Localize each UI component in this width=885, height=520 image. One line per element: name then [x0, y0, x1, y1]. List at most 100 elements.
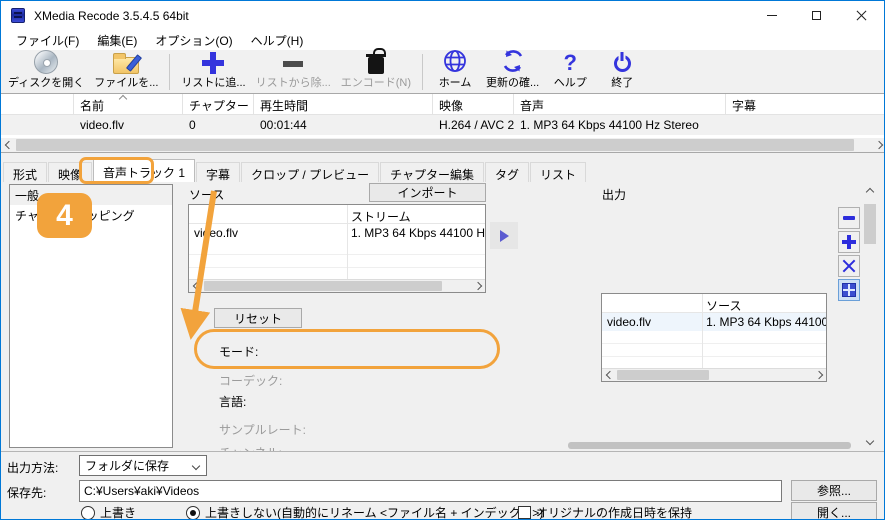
scroll-thumb[interactable]	[16, 139, 854, 151]
toolbar-separator	[422, 54, 424, 90]
column-header-audio[interactable]: 音声	[514, 94, 726, 114]
tab-tag[interactable]: タグ	[484, 162, 529, 182]
question-icon: ?	[563, 50, 577, 75]
clear-track-button[interactable]	[838, 255, 860, 277]
tab-subtitle[interactable]: 字幕	[196, 162, 241, 182]
maximize-icon	[812, 11, 821, 20]
no-overwrite-option[interactable]: 上書きしない(自動的にリネーム <ファイル名 + インデックス>)	[186, 504, 543, 519]
matrix-button[interactable]	[838, 279, 860, 301]
plus-icon	[202, 52, 225, 74]
home-button[interactable]: ホーム	[429, 50, 481, 93]
tab-format[interactable]: 形式	[3, 162, 48, 182]
menu-help[interactable]: ヘルプ(H)	[242, 30, 313, 51]
scroll-up-icon[interactable]	[862, 184, 878, 199]
reset-button[interactable]: リセット	[214, 308, 302, 328]
tab-chapter-edit[interactable]: チャプター編集	[380, 162, 484, 182]
open-folder-button[interactable]: 開く...	[791, 502, 877, 519]
toolbar: ディスクを開く ファイルを... リストに追... リストから除... エンコー…	[1, 48, 884, 94]
file-list-hscrollbar[interactable]	[1, 138, 884, 152]
menu-file[interactable]: ファイル(F)	[7, 30, 88, 51]
folder-edit-icon	[113, 53, 140, 74]
browse-button[interactable]: 参照...	[791, 480, 877, 501]
x-icon	[842, 259, 856, 273]
file-audio: 1. MP3 64 Kbps 44100 Hz Stereo	[520, 118, 699, 132]
language-label: 言語:	[219, 395, 247, 409]
tab-list[interactable]: リスト	[529, 162, 586, 182]
help-button[interactable]: ? ヘルプ	[544, 51, 596, 93]
output-row[interactable]: video.flv 1. MP3 64 Kbps 44100 Hz Stereo	[602, 313, 826, 331]
checkbox-unchecked-icon	[518, 506, 531, 519]
output-method-select[interactable]: フォルダに保存	[79, 455, 207, 476]
scroll-thumb[interactable]	[864, 204, 876, 244]
section-general[interactable]: 一般	[10, 185, 172, 205]
chevron-down-icon	[191, 461, 201, 471]
partial-scrollbar[interactable]	[568, 442, 851, 449]
scroll-right-icon[interactable]	[470, 280, 485, 292]
column-header-chapter[interactable]: チャプター	[183, 94, 254, 114]
source-column-header[interactable]: ソース	[701, 294, 826, 312]
scroll-down-icon[interactable]	[862, 433, 878, 448]
radio-checked-icon	[186, 505, 200, 519]
source-table-header: ストリーム	[189, 205, 485, 224]
exit-button[interactable]: 終了	[596, 51, 648, 93]
scroll-right-icon[interactable]	[871, 138, 884, 152]
refresh-icon	[500, 48, 526, 74]
column-header-name[interactable]: 名前	[74, 94, 183, 114]
transfer-stream-button[interactable]	[490, 222, 518, 249]
minimize-button[interactable]	[749, 1, 794, 30]
output-hscrollbar[interactable]	[602, 368, 826, 381]
remove-from-list-button: リストから除...	[251, 51, 336, 93]
column-header-duration[interactable]: 再生時間	[254, 94, 433, 114]
app-window: XMedia Recode 3.5.4.5 64bit ファイル(F) 編集(E…	[0, 0, 885, 520]
overwrite-option[interactable]: 上書き	[81, 504, 136, 519]
window-controls	[749, 1, 884, 30]
source-row[interactable]: video.flv 1. MP3 64 Kbps 44100 Hz Stereo	[189, 224, 485, 242]
source-stream: 1. MP3 64 Kbps 44100 Hz Stereo	[350, 226, 485, 240]
output-method-label: 出力方法:	[7, 461, 59, 475]
output-label: 出力	[602, 188, 627, 202]
arrow-right-icon	[499, 229, 509, 242]
add-track-button[interactable]	[838, 231, 860, 253]
disc-icon	[34, 50, 59, 74]
scroll-left-icon[interactable]	[189, 280, 204, 292]
destination-input[interactable]	[79, 480, 782, 502]
stream-column-header[interactable]: ストリーム	[346, 205, 485, 223]
titlebar: XMedia Recode 3.5.4.5 64bit	[1, 1, 884, 30]
column-header-subtitle[interactable]: 字幕	[726, 94, 884, 114]
audio-section-list: 一般 チャンネルマッピング	[9, 184, 173, 448]
import-button[interactable]: インポート	[369, 183, 486, 202]
open-disc-button[interactable]: ディスクを開く	[3, 50, 89, 93]
panel-vscrollbar[interactable]	[862, 184, 878, 448]
radio-unchecked-icon	[81, 505, 95, 519]
menubar: ファイル(F) 編集(E) オプション(O) ヘルプ(H)	[1, 30, 884, 50]
scroll-thumb[interactable]	[204, 281, 442, 291]
plus-icon	[842, 235, 856, 249]
file-name: video.flv	[80, 118, 125, 132]
close-button[interactable]	[839, 1, 884, 30]
column-header-blank[interactable]	[1, 94, 74, 114]
remove-track-button[interactable]	[838, 207, 860, 229]
menu-edit[interactable]: 編集(E)	[88, 30, 146, 51]
source-hscrollbar[interactable]	[189, 279, 485, 292]
column-header-video[interactable]: 映像	[433, 94, 514, 114]
output-table-header: ソース	[602, 294, 826, 313]
maximize-button[interactable]	[794, 1, 839, 30]
open-file-button[interactable]: ファイルを...	[89, 51, 163, 93]
scroll-left-icon[interactable]	[1, 138, 16, 152]
menu-options[interactable]: オプション(O)	[146, 30, 241, 51]
minimize-icon	[766, 15, 777, 16]
tab-audio-track-1[interactable]: 音声トラック 1	[93, 159, 196, 182]
check-update-button[interactable]: 更新の確...	[481, 48, 544, 93]
scroll-left-icon[interactable]	[602, 369, 617, 381]
tab-crop-preview[interactable]: クロップ / プレビュー	[241, 162, 380, 182]
scroll-thumb[interactable]	[617, 370, 709, 380]
file-subtitle	[726, 115, 884, 135]
scroll-right-icon[interactable]	[811, 369, 826, 381]
file-row[interactable]: video.flv 0 00:01:44 H.264 / AVC 23.98 H…	[1, 115, 884, 135]
keep-date-option[interactable]: オリジナルの作成日時を保持	[518, 504, 692, 519]
add-to-list-button[interactable]: リストに追...	[176, 51, 250, 93]
section-channel-mapping[interactable]: チャンネルマッピング	[10, 205, 172, 225]
grid-icon	[842, 283, 856, 297]
file-duration: 00:01:44	[260, 118, 307, 132]
tab-video[interactable]: 映像	[48, 162, 93, 182]
